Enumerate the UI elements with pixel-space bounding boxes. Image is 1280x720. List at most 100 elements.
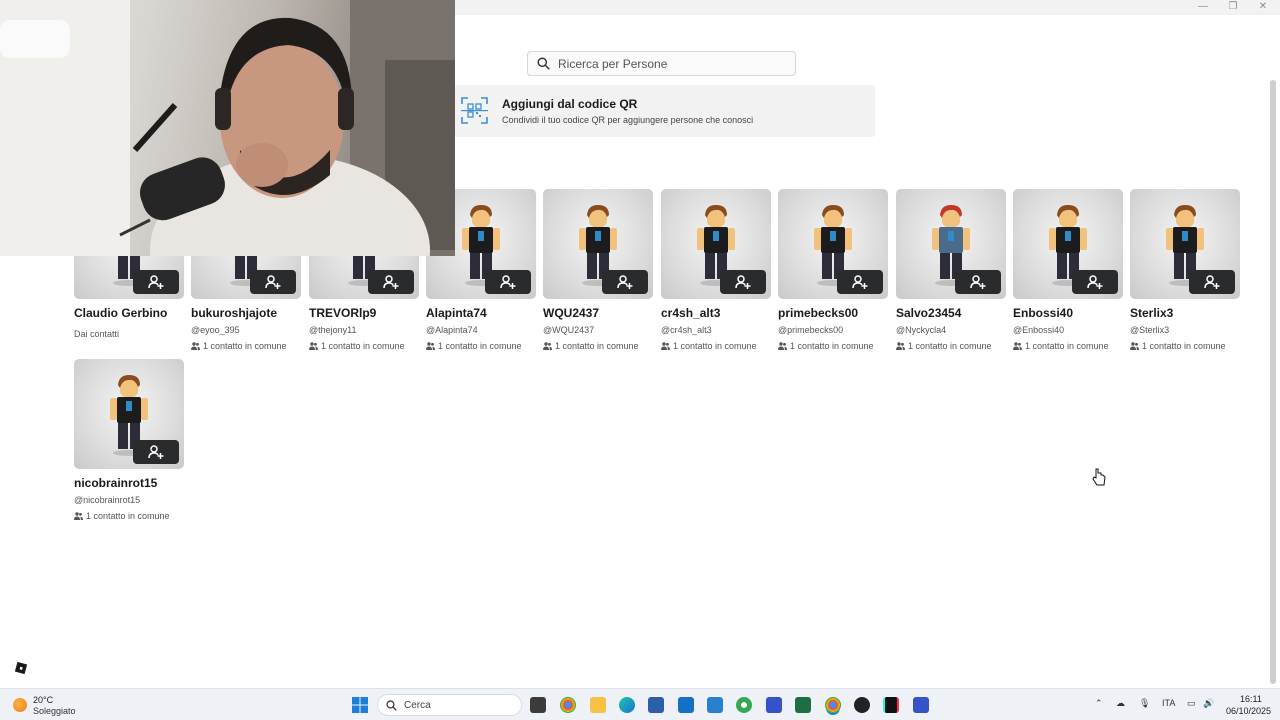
avatar-thumbnail[interactable] <box>661 189 771 299</box>
volume-icon[interactable]: 🔊 <box>1203 698 1214 709</box>
microphone-icon[interactable]: 🎙 <box>1139 698 1150 709</box>
outlook-icon[interactable] <box>678 697 694 713</box>
avatar-thumbnail[interactable] <box>896 189 1006 299</box>
person-card[interactable]: Sterlix3 @Sterlix3 1 contatto in comune <box>1130 189 1240 351</box>
add-friend-button[interactable] <box>250 270 296 294</box>
chrome-icon[interactable] <box>560 697 576 713</box>
add-friend-icon <box>265 275 281 289</box>
person-display-name[interactable]: TREVORlp9 <box>309 306 419 320</box>
edge-icon[interactable] <box>619 697 635 713</box>
add-friend-icon <box>383 275 399 289</box>
store-icon[interactable] <box>648 697 664 713</box>
person-display-name[interactable]: WQU2437 <box>543 306 653 320</box>
tray-overflow-icon[interactable]: ⌃ <box>1095 698 1103 709</box>
taskbar-search-label: Cerca <box>404 699 431 711</box>
add-friend-button[interactable] <box>133 440 179 464</box>
avatar-thumbnail[interactable] <box>74 359 184 469</box>
page-scrollbar[interactable] <box>1270 80 1276 684</box>
add-friend-button[interactable] <box>368 270 414 294</box>
add-friend-button[interactable] <box>133 270 179 294</box>
mutual-contacts: 1 contatto in comune <box>191 341 301 351</box>
person-card[interactable]: cr4sh_alt3 @cr4sh_alt3 1 contatto in comun… <box>661 189 771 351</box>
minimize-icon[interactable]: — <box>1188 0 1218 14</box>
person-display-name[interactable]: Salvo23454 <box>896 306 1006 320</box>
add-friend-icon <box>500 275 516 289</box>
input-language[interactable]: ITA <box>1162 698 1175 708</box>
avatar-thumbnail[interactable] <box>1130 189 1240 299</box>
person-card[interactable]: Enbossi40 @Enbossi40 1 contatto in comune <box>1013 189 1123 351</box>
person-username: @Alapinta74 <box>426 325 478 335</box>
qr-code-banner[interactable]: Aggiungi dal codice QR Condividi il tuo … <box>455 85 875 137</box>
chrome-alt-icon[interactable] <box>736 697 752 713</box>
mutual-contacts-icon <box>778 342 787 350</box>
network-icon[interactable]: ☁ <box>1116 698 1125 709</box>
person-username: @eyoo_395 <box>191 325 240 335</box>
person-display-name[interactable]: Claudio Gerbino <box>74 306 184 320</box>
mutual-contacts-label: 1 contatto in comune <box>438 341 522 351</box>
add-friend-button[interactable] <box>1189 270 1235 294</box>
mutual-contacts-label: 1 contatto in comune <box>321 341 405 351</box>
webcam-overlay <box>0 0 455 256</box>
person-display-name[interactable]: Sterlix3 <box>1130 306 1240 320</box>
add-friend-button[interactable] <box>720 270 766 294</box>
monitor-icon[interactable]: ▭ <box>1187 698 1196 709</box>
mutual-contacts-icon <box>661 342 670 350</box>
windows-start-icon[interactable] <box>352 697 368 713</box>
search-input[interactable] <box>558 56 778 71</box>
person-card[interactable]: WQU2437 @WQU2437 1 contatto in comune <box>543 189 653 351</box>
add-friend-icon <box>1204 275 1220 289</box>
obs-icon[interactable] <box>854 697 870 713</box>
add-friend-icon <box>617 275 633 289</box>
clock-time[interactable]: 16:11 <box>1240 694 1262 704</box>
person-display-name[interactable]: nicobrainrot15 <box>74 476 184 490</box>
close-icon[interactable]: ✕ <box>1248 0 1278 14</box>
roblox-player-icon[interactable] <box>913 697 929 713</box>
weather-description[interactable]: Soleggiato <box>33 706 76 716</box>
mutual-contacts: 1 contatto in comune <box>74 511 184 521</box>
chrome-active-icon[interactable] <box>825 697 841 713</box>
add-friend-button[interactable] <box>1072 270 1118 294</box>
task-view-icon[interactable] <box>530 697 546 713</box>
clock-date[interactable]: 06/10/2025 <box>1226 706 1271 716</box>
weather-temperature[interactable]: 20°C <box>33 695 53 705</box>
file-explorer-icon[interactable] <box>590 697 606 713</box>
avatar-thumbnail[interactable] <box>778 189 888 299</box>
person-username: @Sterlix3 <box>1130 325 1170 335</box>
avatar-thumbnail[interactable] <box>1013 189 1123 299</box>
person-card[interactable]: Salvo23454 @Nyckycla4 1 contatto in comune <box>896 189 1006 351</box>
add-friend-button[interactable] <box>837 270 883 294</box>
mutual-contacts-icon <box>1013 342 1022 350</box>
person-display-name[interactable]: primebecks00 <box>778 306 888 320</box>
taskbar-search[interactable]: Cerca <box>377 694 522 716</box>
excel-icon[interactable] <box>795 697 811 713</box>
add-friend-button[interactable] <box>602 270 648 294</box>
people-search-box[interactable] <box>527 51 796 76</box>
roblox-app-icon[interactable] <box>766 697 782 713</box>
windows-taskbar: 20°C Soleggiato Cerca ⌃ ☁ 🎙 ITA ▭ 🔊 16:1… <box>0 688 1280 720</box>
person-display-name[interactable]: bukuroshjajote <box>191 306 301 320</box>
tiktok-icon[interactable] <box>883 697 899 713</box>
person-display-name[interactable]: Alapinta74 <box>426 306 536 320</box>
person-card[interactable]: primebecks00 @primebecks00 1 contatto in c… <box>778 189 888 351</box>
roblox-logo-icon <box>14 661 28 675</box>
mutual-contacts-icon <box>191 342 200 350</box>
mutual-contacts-icon <box>543 342 552 350</box>
weather-icon[interactable] <box>13 698 27 712</box>
add-friend-icon <box>148 275 164 289</box>
person-card[interactable]: nicobrainrot15 @nicobrainrot15 1 contatto … <box>74 359 184 521</box>
add-friend-button[interactable] <box>955 270 1001 294</box>
maximize-icon[interactable]: ❐ <box>1218 0 1248 14</box>
snipping-tool-icon[interactable] <box>707 697 723 713</box>
mutual-contacts-label: 1 contatto in comune <box>908 341 992 351</box>
person-display-name[interactable]: Enbossi40 <box>1013 306 1123 320</box>
avatar-thumbnail[interactable] <box>543 189 653 299</box>
mutual-contacts: 1 contatto in comune <box>1130 341 1240 351</box>
add-friend-icon <box>1087 275 1103 289</box>
person-username: @Nyckycla4 <box>896 325 947 335</box>
mutual-contacts: 1 contatto in comune <box>543 341 653 351</box>
mutual-contacts-icon <box>309 342 318 350</box>
mutual-contacts-label: 1 contatto in comune <box>555 341 639 351</box>
person-display-name[interactable]: cr4sh_alt3 <box>661 306 771 320</box>
add-friend-button[interactable] <box>485 270 531 294</box>
mutual-contacts: 1 contatto in comune <box>778 341 888 351</box>
